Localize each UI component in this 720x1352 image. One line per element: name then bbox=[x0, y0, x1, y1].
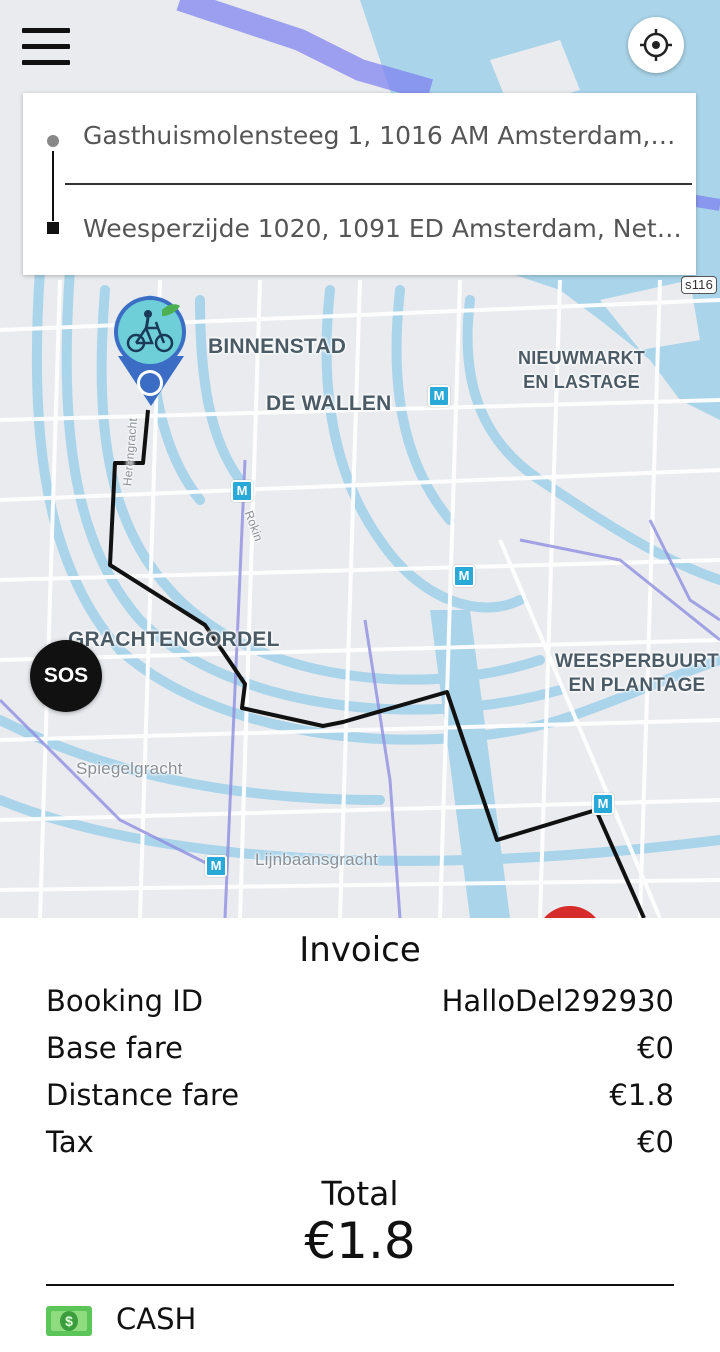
metro-icon: M bbox=[453, 565, 475, 587]
crosshair-icon bbox=[640, 29, 672, 61]
invoice-row-label: Base fare bbox=[46, 1031, 183, 1065]
invoice-row-value: HalloDel292930 bbox=[441, 984, 674, 1018]
map-label-nieuwmarkt-line1: NIEUWMARKT bbox=[518, 348, 645, 368]
invoice-divider bbox=[46, 1284, 674, 1286]
map-view[interactable]: BINNENSTAD DE WALLEN NIEUWMARKT EN LASTA… bbox=[0, 0, 720, 918]
map-label-de-wallen: DE WALLEN bbox=[266, 392, 392, 415]
menu-icon-bar bbox=[22, 60, 70, 65]
destination-address[interactable]: Weesperzijde 1020, 1091 ED Amsterdam, Ne… bbox=[83, 214, 683, 243]
invoice-row-booking-id: Booking ID HalloDel292930 bbox=[46, 984, 674, 1024]
metro-icon: M bbox=[231, 480, 253, 502]
invoice-row-distance-fare: Distance fare €1.8 bbox=[46, 1078, 674, 1118]
destination-marker bbox=[544, 906, 596, 918]
invoice-row-value: €0 bbox=[637, 1031, 674, 1065]
invoice-row-value: €1.8 bbox=[609, 1078, 674, 1112]
invoice-row-tax: Tax €0 bbox=[46, 1125, 674, 1165]
cash-icon-symbol: $ bbox=[60, 1311, 78, 1331]
invoice-row-label: Tax bbox=[46, 1125, 94, 1159]
map-label-nieuwmarkt-line2: EN LASTAGE bbox=[523, 372, 640, 392]
map-label-binnenstad: BINNENSTAD bbox=[208, 335, 347, 358]
invoice-panel: Invoice Booking ID HalloDel292930 Base f… bbox=[0, 918, 720, 1352]
invoice-row-label: Distance fare bbox=[46, 1078, 240, 1112]
map-label-weesperbuurt-line1: WEESPERBUURT bbox=[555, 651, 719, 672]
metro-icon: M bbox=[592, 793, 614, 815]
menu-icon-bar bbox=[22, 28, 70, 33]
metro-icon: M bbox=[428, 385, 450, 407]
destination-square-icon bbox=[47, 222, 59, 234]
payment-method-label[interactable]: CASH bbox=[116, 1302, 196, 1336]
origin-address[interactable]: Gasthuismolensteeg 1, 1016 AM Amsterdam,… bbox=[83, 121, 683, 150]
total-value: €1.8 bbox=[304, 1212, 416, 1270]
invoice-row-base-fare: Base fare €0 bbox=[46, 1031, 674, 1071]
invoice-row-label: Booking ID bbox=[46, 984, 204, 1018]
map-label-weesperbuurt-line2: EN PLANTAGE bbox=[568, 675, 706, 696]
menu-icon-bar bbox=[22, 44, 70, 49]
sos-button[interactable]: SOS bbox=[30, 640, 102, 712]
map-label-lijnbaansgracht: Lijnbaansgracht bbox=[255, 850, 379, 869]
map-label-spiegelgracht: Spiegelgracht bbox=[76, 759, 183, 778]
origin-dot-icon bbox=[47, 135, 59, 147]
invoice-title: Invoice bbox=[299, 930, 421, 970]
bike-pin-icon bbox=[114, 296, 186, 406]
metro-icon: M bbox=[205, 855, 227, 877]
address-divider bbox=[65, 183, 692, 185]
total-label: Total bbox=[321, 1174, 399, 1213]
menu-button[interactable] bbox=[22, 28, 70, 68]
cash-icon: $ bbox=[46, 1306, 92, 1336]
route-connector bbox=[52, 151, 54, 221]
route-address-card: Gasthuismolensteeg 1, 1016 AM Amsterdam,… bbox=[23, 93, 696, 275]
map-label-weesperbuurt: WEESPERBUURT EN PLANTAGE bbox=[555, 650, 719, 698]
map-label-nieuwmarkt: NIEUWMARKT EN LASTAGE bbox=[518, 346, 645, 394]
invoice-row-value: €0 bbox=[637, 1125, 674, 1159]
locate-me-button[interactable] bbox=[628, 17, 684, 73]
road-badge: s116 bbox=[681, 276, 718, 294]
map-label-grachtengordel: GRACHTENGORDEL bbox=[68, 628, 280, 651]
